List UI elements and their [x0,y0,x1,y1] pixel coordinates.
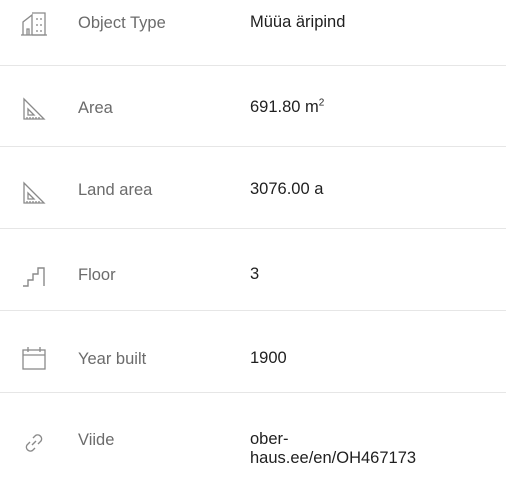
object-type-label: Object Type [78,14,166,32]
detail-row-floor: Floor 3 [0,229,506,309]
detail-row-object-type: Object Type Müüa äripind [0,0,506,62]
set-square-icon [20,179,48,207]
reference-label: Viide [78,431,115,449]
area-label: Area [78,99,113,117]
stairs-icon [20,262,48,290]
calendar-icon [20,344,48,372]
detail-row-area: Area 691.80 m2 [0,66,506,146]
object-type-value: Müüa äripind [250,13,346,31]
detail-row-year-built: Year built 1900 [0,311,506,391]
reference-link-line-2: haus.ee/en/OH467173 [250,449,417,467]
property-details-list: Object Type Müüa äripind Area 691.80 m2 [0,0,506,488]
year-built-value: 1900 [250,349,287,367]
detail-row-reference: Viide ober- haus.ee/en/OH467173 [0,393,506,488]
reference-link-line-1: ober- [250,430,289,448]
floor-label: Floor [78,266,116,284]
building-icon [20,10,48,38]
year-built-label: Year built [78,350,147,368]
set-square-icon [20,95,48,123]
detail-row-land-area: Land area 3076.00 a [0,147,506,227]
reference-link[interactable]: ober- haus.ee/en/OH467173 [250,430,430,468]
link-icon [20,429,48,457]
area-value: 691.80 m2 [250,97,325,116]
floor-value: 3 [250,265,260,283]
area-unit-superscript: 2 [318,97,325,109]
land-area-label: Land area [78,181,153,199]
land-area-value: 3076.00 a [250,180,324,198]
